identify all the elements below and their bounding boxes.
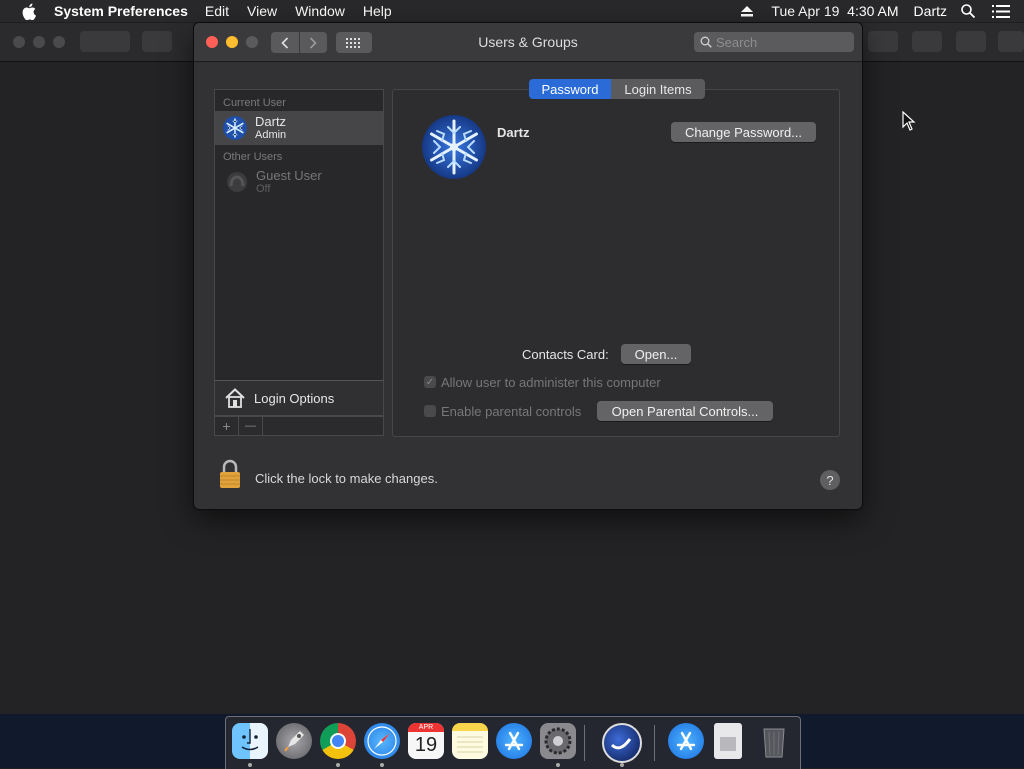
bg-nav-buttons [80,31,130,52]
calendar-icon[interactable]: APR 19 [408,723,444,759]
tab-login-items[interactable]: Login Items [611,79,705,99]
bg-close-icon [13,36,25,48]
allow-admin-checkbox[interactable]: ✓ [424,376,436,388]
parental-controls-label: Enable parental controls [441,404,582,419]
close-button[interactable] [206,36,218,48]
back-button[interactable] [271,32,299,53]
menu-user[interactable]: Dartz [914,3,947,19]
change-password-button[interactable]: Change Password... [671,122,816,142]
tab-bar: Password Login Items [529,79,705,99]
notes-icon[interactable] [452,723,488,759]
user-role: Admin [255,128,287,141]
mouse-cursor-icon [902,111,916,131]
lock-button[interactable] [219,459,241,489]
login-options-label: Login Options [254,390,335,406]
show-all-button[interactable] [336,32,372,53]
detail-user-name: Dartz [497,125,530,140]
grid-icon [346,37,360,48]
contacts-card-label: Contacts Card: [522,347,609,362]
finder-icon[interactable] [232,723,268,759]
menu-app-name[interactable]: System Preferences [54,3,188,19]
dock-separator [584,725,585,761]
allow-admin-label: Allow user to administer this computer [441,375,661,390]
safari-icon[interactable] [364,723,400,759]
user-row-dartz[interactable]: Dartz Admin [215,111,383,145]
menu-bar: System Preferences Edit View Window Help… [0,0,1024,22]
tab-password[interactable]: Password [529,79,611,99]
user-list: Current User Dartz Admin Other Users Gue… [214,89,384,381]
minimize-button[interactable] [226,36,238,48]
chevron-left-icon [281,36,288,49]
user-name: Dartz [255,113,287,129]
user-avatar[interactable] [422,115,486,179]
other-users-header: Other Users [223,151,283,163]
window-titlebar: Users & Groups [194,23,862,62]
search-field[interactable] [694,32,854,52]
menu-help[interactable]: Help [363,3,392,19]
user-row-guest[interactable]: Guest User Off [215,165,383,199]
snowflake-avatar-large-icon [422,115,486,179]
remove-user-button[interactable]: — [239,417,263,435]
downloads-icon[interactable] [714,723,742,759]
trash-icon[interactable] [756,723,792,759]
spotlight-icon[interactable] [961,4,975,18]
bg-sidebar-button [142,31,172,52]
guest-user-name: Guest User [256,167,322,183]
add-remove-bar: + — [214,416,384,436]
menu-clock[interactable]: Tue Apr 19 4:30 AM [771,3,898,19]
cinema4d-icon[interactable] [602,723,642,763]
app-store-icon[interactable] [496,723,532,759]
open-parental-controls-button[interactable]: Open Parental Controls... [597,401,773,421]
bg-new-tab-button [998,31,1024,52]
dock-separator-2 [654,725,655,761]
notification-center-icon[interactable] [992,4,1010,18]
login-options-row[interactable]: Login Options [214,380,384,416]
eject-icon[interactable] [741,5,754,17]
bg-zoom-icon [53,36,65,48]
menu-edit[interactable]: Edit [205,3,229,19]
parental-controls-checkbox[interactable] [424,405,436,417]
search-input[interactable] [712,34,846,50]
forward-button[interactable] [300,32,328,53]
chevron-right-icon [310,36,317,49]
house-icon [225,388,245,408]
add-user-button[interactable]: + [215,417,239,435]
snowflake-avatar-icon [223,116,247,140]
search-icon [700,36,712,48]
lock-icon [220,459,240,488]
guest-user-icon [227,172,247,192]
bg-tabs-button [956,31,986,52]
guest-user-status: Off [256,182,271,195]
bg-share-button [912,31,942,52]
current-user-header: Current User [223,97,286,109]
help-button[interactable]: ? [820,470,840,490]
bg-download-button [868,31,898,52]
apple-icon[interactable] [19,1,39,21]
nav-buttons [271,32,327,53]
calendar-day: 19 [414,734,438,756]
bg-minimize-icon [33,36,45,48]
zoom-button[interactable] [246,36,258,48]
system-preferences-icon[interactable] [540,723,576,759]
calendar-month: APR [408,723,444,732]
contacts-open-button[interactable]: Open... [621,344,691,364]
applications-folder-icon[interactable] [668,723,704,759]
chrome-icon[interactable] [320,723,356,759]
menu-view[interactable]: View [247,3,277,19]
dock: APR 19 [225,716,801,769]
launchpad-icon[interactable] [276,723,312,759]
menu-window[interactable]: Window [295,3,345,19]
lock-message: Click the lock to make changes. [255,471,438,486]
users-groups-window: Users & Groups Current User Dartz Admin [194,23,862,509]
